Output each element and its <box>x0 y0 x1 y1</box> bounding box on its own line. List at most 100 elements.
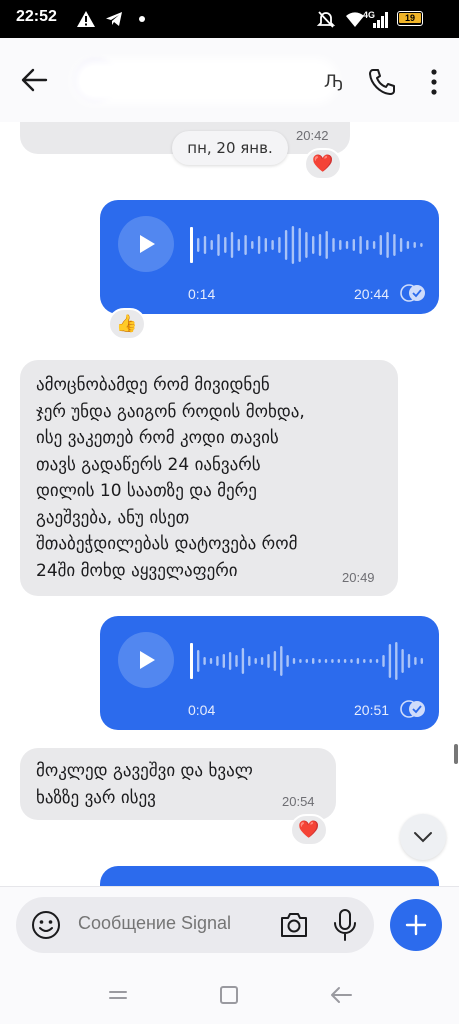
message-list[interactable]: 20:42 пн, 20 янв. ❤️ 0:14 20:44 👍 ამოცნო… <box>0 122 459 886</box>
date-separator: пн, 20 янв. <box>172 131 288 165</box>
voice-message-outgoing[interactable]: 0:14 20:44 <box>100 200 439 314</box>
waveform-bar <box>203 657 206 665</box>
mute-icon <box>316 11 336 28</box>
message-time: 20:54 <box>282 794 315 809</box>
waveform-bar <box>337 659 340 663</box>
waveform-bar <box>278 237 281 253</box>
waveform-bar <box>366 240 369 250</box>
waveform-bar <box>350 659 353 663</box>
waveform-bar <box>286 655 289 667</box>
play-icon <box>140 651 155 669</box>
waveform-bar <box>299 659 302 663</box>
contact-name: Ԡ <box>324 72 343 92</box>
waveform-bar <box>305 232 308 258</box>
message-reaction[interactable]: ❤️ <box>290 814 328 846</box>
waveform-bar <box>267 654 270 668</box>
waveform-bar <box>352 239 355 251</box>
waveform-bar <box>254 658 257 664</box>
playback-scrubber[interactable] <box>190 227 193 263</box>
waveform-bar <box>197 650 200 672</box>
waveform-bar <box>406 241 410 249</box>
waveform-bar <box>284 230 288 260</box>
back-nav-icon[interactable] <box>328 984 354 1006</box>
waveform-bar <box>386 232 389 258</box>
waveform-bar <box>222 654 225 668</box>
delivered-check-icon <box>400 284 425 302</box>
waveform-bar <box>260 657 264 665</box>
waveform-bar <box>363 659 366 663</box>
waveform-bar <box>345 241 349 249</box>
message-composer <box>0 886 459 964</box>
message-bubble-incoming[interactable]: მოკლედ გავეშვი და ხვალ ხაზზე ვარ ისევ 20… <box>20 748 336 820</box>
waveform-bar <box>395 642 398 680</box>
battery-icon: 19 <box>397 11 423 26</box>
voice-duration: 0:14 <box>188 286 216 302</box>
waveform-bar <box>379 235 382 255</box>
waveform-bar <box>291 226 295 264</box>
conversation-header: Ԡ <box>0 38 459 122</box>
waveform <box>197 642 423 680</box>
message-bubble-incoming[interactable]: ამოცნობამდე რომ მივიდნენ ჯერ უნდა გაიგონ… <box>20 360 398 596</box>
scrollbar[interactable] <box>454 744 458 764</box>
message-reaction[interactable]: ❤️ <box>304 148 342 180</box>
waveform-bar <box>312 658 315 664</box>
waveform-bar <box>318 659 321 663</box>
waveform-bar <box>420 243 423 247</box>
play-button[interactable] <box>118 216 174 272</box>
camera-icon[interactable] <box>278 910 310 940</box>
home-icon[interactable] <box>218 984 240 1006</box>
back-arrow-icon[interactable] <box>16 62 56 98</box>
waveform-bar <box>216 656 219 666</box>
message-time: 20:42 <box>296 128 329 143</box>
microphone-icon[interactable] <box>332 908 358 942</box>
message-input[interactable] <box>78 913 268 934</box>
waveform-bar <box>292 658 296 664</box>
telegram-icon <box>106 12 122 26</box>
waveform-bar <box>414 657 417 665</box>
voice-message-outgoing[interactable]: 0:04 20:51 <box>100 616 439 730</box>
waveform-bar <box>393 234 396 256</box>
waveform-bar <box>318 234 322 256</box>
waveform-bar <box>251 241 254 249</box>
waveform-bar <box>298 228 301 262</box>
message-bubble-outgoing[interactable] <box>100 866 439 886</box>
scroll-to-bottom-button[interactable] <box>400 814 446 860</box>
add-attachment-button[interactable] <box>390 899 442 951</box>
waveform-bar <box>372 241 376 249</box>
delivered-check-icon <box>400 700 425 718</box>
waveform-bar <box>356 658 360 664</box>
waveform-bar <box>197 238 200 252</box>
waveform <box>197 226 423 264</box>
wifi-icon <box>346 12 364 27</box>
compose-field[interactable] <box>16 897 374 953</box>
waveform-bar <box>332 238 335 252</box>
waveform-bar <box>209 658 213 664</box>
waveform-bar <box>305 659 308 663</box>
contact-title[interactable]: Ԡ <box>74 56 344 102</box>
waveform-bar <box>237 239 240 251</box>
waveform-bar <box>203 236 207 254</box>
message-text: ამოცნობამდე რომ მივიდნენ ჯერ უნდა გაიგონ… <box>36 375 305 581</box>
system-navigation-bar <box>0 964 459 1024</box>
phone-call-icon[interactable] <box>366 66 398 98</box>
status-bar: 22:52 4G 19 <box>0 0 459 38</box>
more-options-icon[interactable] <box>422 66 446 98</box>
waveform-bar <box>401 649 404 673</box>
waveform-bar <box>382 655 385 667</box>
message-time: 20:51 <box>354 702 390 718</box>
waveform-bar <box>413 242 416 248</box>
message-reaction[interactable]: 👍 <box>108 308 146 340</box>
playback-scrubber[interactable] <box>190 643 193 679</box>
message-text: მოკლედ გავეშვი და ხვალ ხაზზე ვარ ისევ <box>36 761 253 808</box>
waveform-bar <box>312 236 315 254</box>
emoji-icon[interactable] <box>30 909 62 941</box>
waveform-bar <box>248 656 251 666</box>
waveform-bar <box>325 231 328 259</box>
play-button[interactable] <box>118 632 174 688</box>
waveform-bar <box>257 236 261 254</box>
waveform-bar <box>359 236 362 254</box>
waveform-bar <box>280 646 283 676</box>
recent-apps-icon[interactable] <box>106 984 130 1006</box>
waveform-bar <box>369 659 372 663</box>
waveform-bar <box>399 238 403 252</box>
